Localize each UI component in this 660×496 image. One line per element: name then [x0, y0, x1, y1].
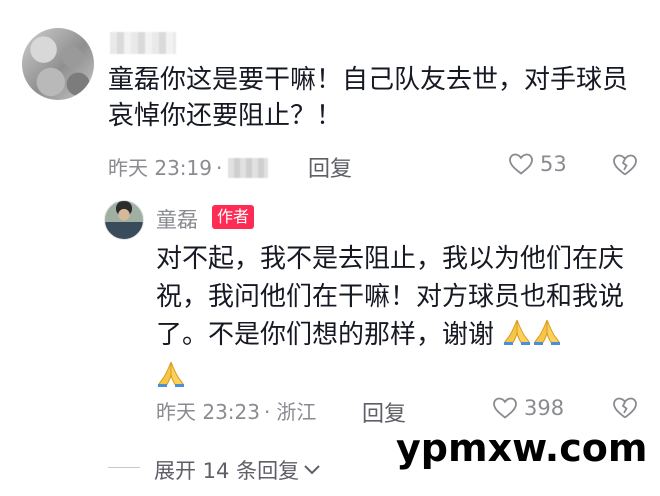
- comment-time: 昨天 23:19: [108, 156, 212, 180]
- reply-text: 对不起，我不是去阻止，我以为他们在庆祝，我问他们在干嘛！对方球员也和我说了。不是…: [156, 240, 636, 400]
- comment-like-button[interactable]: 53: [508, 152, 567, 176]
- heart-outline-icon: [492, 396, 518, 420]
- comment-text: 童磊你这是要干嘛！自己队友去世，对手球员哀悼你还要阻止？！: [108, 65, 629, 131]
- author-badge: 作者: [212, 205, 255, 229]
- expand-replies-label: 展开 14 条回复: [154, 459, 300, 483]
- expand-replies-button[interactable]: 展开 14 条回复: [154, 455, 321, 485]
- reply-like-button[interactable]: 398: [492, 396, 564, 420]
- reply-location: 浙江: [276, 400, 317, 424]
- folded-hands-emoji: [502, 317, 532, 358]
- reply-time: 昨天 23:23: [156, 400, 260, 424]
- folded-hands-emoji: [156, 359, 186, 400]
- expand-divider: [108, 467, 140, 468]
- broken-heart-icon: [612, 397, 638, 424]
- commenter-name-blurred[interactable]: [110, 32, 176, 54]
- broken-heart-icon: [612, 154, 638, 181]
- comment-dislike-button[interactable]: [612, 153, 638, 181]
- folded-hands-emoji: [532, 317, 562, 358]
- comment-location-blurred: [228, 158, 269, 178]
- comment-like-count: 53: [540, 152, 567, 176]
- site-watermark: ypmxw.com: [396, 426, 648, 470]
- commenter-avatar[interactable]: [22, 28, 94, 100]
- comment-meta: 昨天 23:19 ·: [108, 152, 269, 181]
- heart-outline-icon: [508, 152, 534, 176]
- reply-dislike-button[interactable]: [612, 396, 638, 424]
- chevron-down-icon: [303, 458, 321, 482]
- reply-meta: 昨天 23:23 · 浙江: [156, 400, 317, 424]
- author-avatar[interactable]: [104, 200, 144, 240]
- reply-author-name[interactable]: 童磊: [156, 204, 198, 234]
- reply-reply-button[interactable]: 回复: [362, 396, 406, 428]
- comment-reply-button[interactable]: 回复: [308, 151, 352, 183]
- reply-like-count: 398: [524, 396, 565, 420]
